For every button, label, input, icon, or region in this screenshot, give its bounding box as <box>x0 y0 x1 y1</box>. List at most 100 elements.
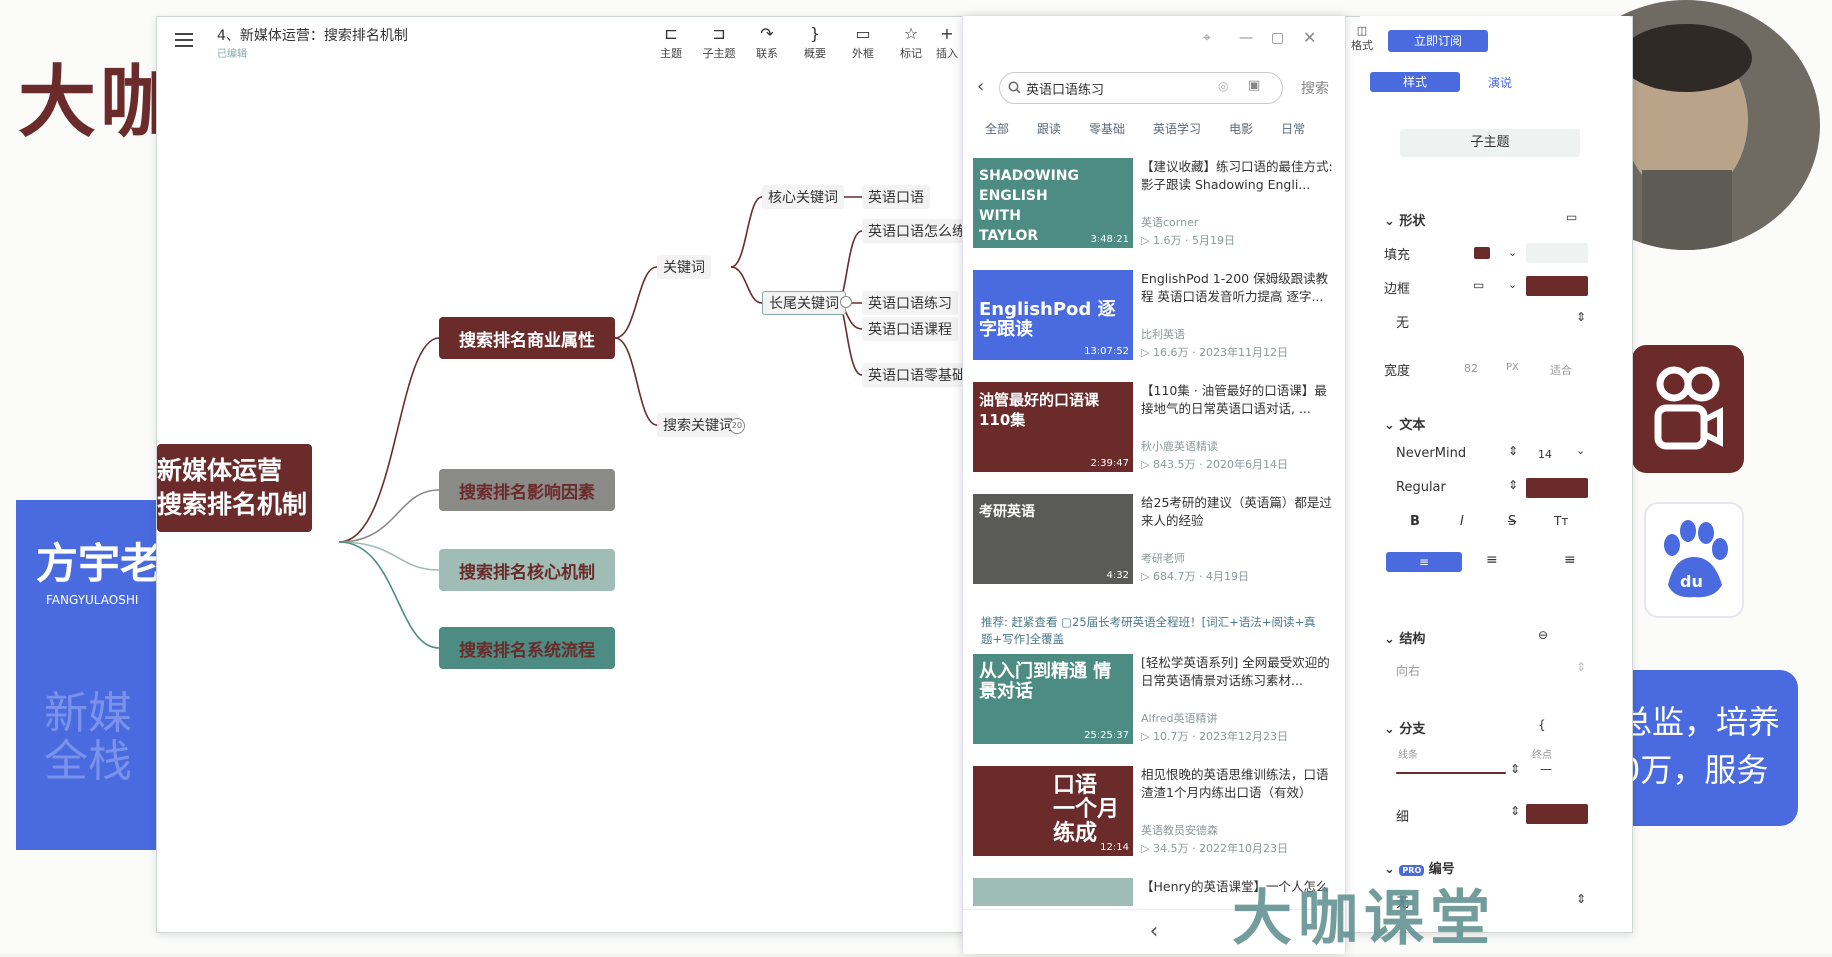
filter-all[interactable]: 全部 <box>985 120 1009 137</box>
topic-keywords[interactable]: 关键词 <box>657 255 711 279</box>
align-left-icon[interactable]: ≡ <box>1386 552 1462 572</box>
font-size-select[interactable]: 14 <box>1538 448 1552 461</box>
video-result[interactable]: EnglishPod 逐字跟读 13:07:52 EnglishPod 1-200… <box>973 270 1333 362</box>
stepper-icon[interactable]: ⇕ <box>1508 478 1518 492</box>
close-icon[interactable]: ✕ <box>1303 28 1316 47</box>
section-structure[interactable]: ⌄ 结构 <box>1384 628 1425 647</box>
toolbar-subtopic-button[interactable]: ⊐ 子主题 <box>695 23 743 61</box>
structure-value[interactable]: 向右 <box>1396 662 1420 679</box>
filter-movie[interactable]: 电影 <box>1229 120 1253 137</box>
filter-beginner[interactable]: 零基础 <box>1089 120 1125 137</box>
section-shape[interactable]: ⌄ 形状 <box>1384 210 1425 229</box>
toolbar-insert-button[interactable]: + 插入 <box>929 23 965 61</box>
text-color-swatch[interactable] <box>1526 478 1588 498</box>
filter-daily[interactable]: 日常 <box>1281 120 1305 137</box>
stepper-icon[interactable]: ⇕ <box>1576 660 1586 674</box>
subtopic-style-preview[interactable]: 子主题 <box>1400 129 1580 157</box>
text-case-icon[interactable]: Tт <box>1554 514 1568 528</box>
toolbar-boundary-button[interactable]: ▭ 外框 <box>839 23 887 61</box>
section-branch[interactable]: ⌄ 分支 <box>1384 718 1425 737</box>
width-value[interactable]: 82 <box>1464 362 1478 375</box>
strikethrough-icon[interactable]: S <box>1508 514 1516 529</box>
section-text[interactable]: ⌄ 文本 <box>1384 414 1425 433</box>
stepper-icon[interactable]: ⇕ <box>1508 444 1518 458</box>
topic-core-keywords[interactable]: 核心关键词 <box>762 185 844 209</box>
leaf-longtail-1[interactable]: 英语口语怎么练 <box>862 219 972 243</box>
chevron-down-icon[interactable]: ⌄ <box>1508 278 1517 291</box>
node-connector-handle[interactable] <box>840 296 852 308</box>
tab-style[interactable]: 样式 <box>1370 72 1460 92</box>
filter-shadowing[interactable]: 跟读 <box>1037 120 1061 137</box>
maximize-icon[interactable]: ▢ <box>1271 30 1284 46</box>
branch-color-swatch[interactable] <box>1526 804 1588 824</box>
minimize-icon[interactable]: — <box>1239 30 1253 46</box>
topic-search-keywords[interactable]: 搜索关键词 <box>657 413 739 437</box>
leaf-longtail-4[interactable]: 英语口语课程 <box>862 317 958 341</box>
teacher-name: 方宇老 <box>36 539 163 588</box>
leaf-longtail-3[interactable]: 英语口语零基础 <box>862 363 972 387</box>
section-shape-title: 形状 <box>1399 214 1426 229</box>
collapse-toggle-icon[interactable]: 20 <box>729 418 745 434</box>
format-toggle[interactable]: ◫ 格式 <box>1348 24 1376 53</box>
chevron-down-icon[interactable]: ⌄ <box>1508 246 1517 259</box>
filter-english-learning[interactable]: 英语学习 <box>1153 120 1201 137</box>
stepper-icon[interactable]: ⇕ <box>1576 310 1586 324</box>
root-topic[interactable]: 新媒体运营 搜索排名机制 <box>157 444 312 532</box>
video-thumbnail: EnglishPod 逐字跟读 13:07:52 <box>973 270 1133 360</box>
chevron-down-icon[interactable]: ⌄ <box>1576 444 1585 457</box>
video-result[interactable]: 从入门到精通 情景对话 25:25:37 [轻松学英语系列] 全网最受欢迎的日常英… <box>973 654 1333 746</box>
voice-icon[interactable]: ◎ <box>1218 79 1228 93</box>
branch-system-flow[interactable]: 搜索排名系统流程 <box>439 627 615 669</box>
width-fit[interactable]: 适合 <box>1550 362 1572 378</box>
branch-factors[interactable]: 搜索排名影响因素 <box>439 469 615 511</box>
toolbar-marker-button[interactable]: ☆ 标记 <box>887 23 935 61</box>
video-thumbnail: 口语 一个月 练成 12:14 <box>973 766 1133 856</box>
back-icon[interactable]: ‹ <box>977 76 984 97</box>
tab-presentation[interactable]: 演说 <box>1488 74 1512 91</box>
structure-icon[interactable]: ⊖ <box>1538 628 1548 642</box>
toolbar-topic-button[interactable]: ⊏ 主题 <box>647 23 695 61</box>
video-author: 英语corner <box>1141 216 1199 229</box>
font-family-select[interactable]: NeverMind <box>1396 446 1466 461</box>
pin-icon[interactable]: ⌖ <box>1203 30 1211 46</box>
border-label: 边框 <box>1384 282 1411 297</box>
branch-line-preview[interactable] <box>1396 772 1506 774</box>
promo-recommendation[interactable]: 推荐: 赶紧查看 ▢25届长考研英语全程班！[词汇+语法+阅读+真题+写作]全覆… <box>981 614 1327 648</box>
line-end-icon[interactable]: — <box>1540 762 1552 776</box>
section-structure-title: 结构 <box>1399 632 1426 647</box>
stepper-icon[interactable]: ⇕ <box>1510 762 1520 776</box>
video-result[interactable]: 口语 一个月 练成 12:14 相见恨晚的英语思维训练法，口语渣渣1个月内练出口语… <box>973 766 1333 858</box>
toolbar-relation-button[interactable]: ↷ 联系 <box>743 23 791 61</box>
font-weight-select[interactable]: Regular <box>1396 480 1446 495</box>
bold-icon[interactable]: B <box>1410 514 1420 529</box>
video-result[interactable]: SHADOWING ENGLISH WITH TAYLOR SWIFT 3:48:… <box>973 158 1333 250</box>
border-color-swatch[interactable] <box>1526 276 1588 296</box>
leaf-longtail-2[interactable]: 英语口语练习 <box>862 291 958 315</box>
fill-opacity-field[interactable] <box>1526 243 1588 263</box>
border-style-value[interactable]: 无 <box>1396 312 1409 331</box>
branch-commercial[interactable]: 搜索排名商业属性 <box>439 317 615 359</box>
hamburger-menu-icon[interactable] <box>175 33 193 47</box>
branch-thickness[interactable]: 细 <box>1396 806 1409 825</box>
search-input[interactable]: 英语口语练习 ◎ ▣ <box>999 72 1283 104</box>
video-result[interactable]: 考研英语 4:32 给25考研的建议（英语篇）都是过来人的经验 考研老师 ▷ 68… <box>973 494 1333 586</box>
align-right-icon[interactable]: ≡ <box>1564 552 1576 568</box>
branch-style-icon[interactable]: { <box>1538 718 1546 732</box>
search-button[interactable]: 搜索 <box>1301 78 1329 98</box>
mindmap-canvas[interactable]: 新媒体运营 搜索排名机制 搜索排名商业属性 搜索排名影响因素 搜索排名核心机制 … <box>157 67 977 932</box>
align-center-icon[interactable]: ≡ <box>1486 552 1498 568</box>
fill-color-swatch[interactable] <box>1474 247 1490 259</box>
video-author: Alfred英语精讲 <box>1141 712 1218 725</box>
image-search-icon[interactable]: ▣ <box>1248 78 1260 93</box>
stepper-icon[interactable]: ⇕ <box>1510 804 1520 818</box>
toolbar-summary-button[interactable]: } 概要 <box>791 23 839 61</box>
subscribe-button[interactable]: 立即订阅 <box>1388 30 1488 52</box>
video-result[interactable]: 油管最好的口语课 110集 2:39:47 【110集 · 油管最好的口语课】最接… <box>973 382 1333 474</box>
topic-longtail-keywords[interactable]: 长尾关键词 <box>762 291 846 315</box>
shape-rounded-icon[interactable]: ▭ <box>1566 210 1577 224</box>
leaf-core-keyword[interactable]: 英语口语 <box>862 185 930 209</box>
branch-core-mechanism[interactable]: 搜索排名核心机制 <box>439 549 615 591</box>
italic-icon[interactable]: I <box>1460 514 1464 529</box>
border-shape-icon[interactable]: ▭ <box>1473 278 1484 292</box>
stepper-icon[interactable]: ⇕ <box>1576 892 1586 906</box>
